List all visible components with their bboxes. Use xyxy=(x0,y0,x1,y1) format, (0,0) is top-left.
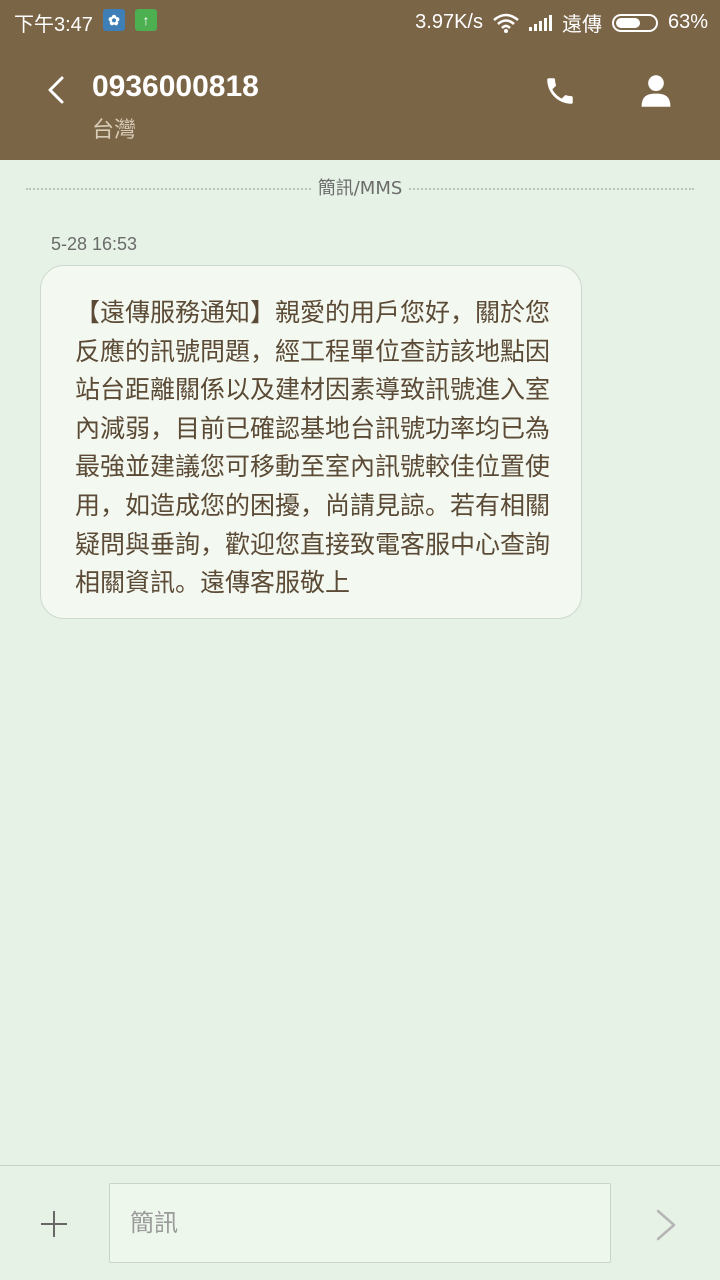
contact-location: 台灣 xyxy=(92,118,137,143)
status-right-group: 3.97K/s 遠傳 63% xyxy=(415,8,708,37)
contact-person-icon[interactable] xyxy=(640,74,672,108)
title-bar: 0936000818 台灣 xyxy=(0,40,720,160)
message-text: 【遠傳服務通知】親愛的用戶您好，關於您反應的訊號問題，經工程單位查訪該地點因站台… xyxy=(75,298,551,598)
send-chevron-icon[interactable] xyxy=(654,1208,678,1242)
wifi-icon xyxy=(493,13,519,33)
app-header: 下午3:47 ✿ ↑ 3.97K/s 遠傳 63% 0936000818 台灣 xyxy=(0,0,720,160)
battery-percent: 63% xyxy=(667,11,708,33)
contact-number: 0936000818 xyxy=(92,70,259,103)
sms-input[interactable] xyxy=(109,1183,611,1263)
message-type-divider: 簡訊/MMS xyxy=(26,176,694,202)
status-time: 下午3:47 xyxy=(14,14,93,36)
plus-icon[interactable] xyxy=(38,1208,70,1240)
gear-icon: ✿ xyxy=(103,9,125,31)
status-bar: 下午3:47 ✿ ↑ 3.97K/s 遠傳 63% xyxy=(0,0,720,40)
back-arrow-icon[interactable] xyxy=(40,70,70,110)
message-timestamp: 5-28 16:53 xyxy=(51,234,138,254)
carrier-name: 遠傳 xyxy=(561,14,602,36)
message-bubble[interactable]: 【遠傳服務通知】親愛的用戶您好，關於您反應的訊號問題，經工程單位查訪該地點因站台… xyxy=(40,265,582,619)
signal-strength-icon xyxy=(528,14,552,31)
divider-label: 簡訊/MMS xyxy=(311,178,409,199)
composer-bar xyxy=(0,1165,720,1280)
network-speed: 3.97K/s xyxy=(415,11,483,33)
battery-fill xyxy=(615,17,640,28)
arrow-up-icon: ↑ xyxy=(135,9,157,31)
battery-icon xyxy=(611,13,658,32)
phone-icon[interactable] xyxy=(543,74,577,108)
